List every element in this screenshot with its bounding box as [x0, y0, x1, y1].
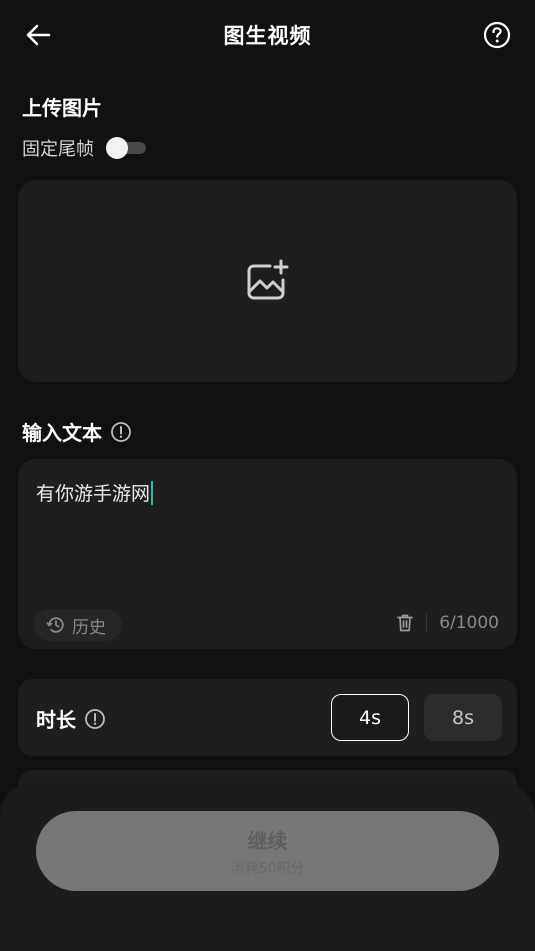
- char-counter: 6/1000: [439, 613, 499, 633]
- image-plus-icon: [247, 259, 288, 300]
- info-icon[interactable]: [84, 708, 106, 730]
- continue-label: 继续: [247, 828, 288, 853]
- toggle-knob: [106, 137, 128, 159]
- history-button[interactable]: 历史: [34, 609, 122, 641]
- fix-last-frame-row: 固定尾帧: [22, 135, 146, 161]
- image-upload-area[interactable]: [18, 180, 517, 382]
- header: 图生视频: [0, 0, 535, 70]
- duration-title-row: 时长: [36, 704, 106, 733]
- text-input-title-row: 输入文本: [22, 417, 132, 446]
- prompt-textarea[interactable]: 有你游手游网 历史 6/1000: [18, 459, 517, 649]
- prompt-text: 有你游手游网: [36, 483, 151, 505]
- duration-option-4s[interactable]: 4s: [331, 694, 409, 741]
- upload-section-title: 上传图片: [22, 96, 102, 120]
- history-label: 历史: [72, 617, 106, 638]
- question-circle-icon: [483, 21, 511, 49]
- cost-label: 消耗50积分: [230, 860, 305, 877]
- help-button[interactable]: [483, 21, 511, 49]
- image-to-video-screen: 图生视频 上传图片 固定尾帧 输入文本 有你游手游网 历史 6/1000 时长 …: [0, 0, 535, 951]
- text-caret: [151, 480, 154, 505]
- fix-last-frame-toggle[interactable]: [106, 136, 146, 160]
- trash-icon[interactable]: [396, 613, 414, 633]
- text-tools: 6/1000: [396, 613, 499, 633]
- prompt-text-container: 有你游手游网: [36, 479, 154, 506]
- duration-title: 时长: [36, 708, 76, 732]
- info-icon[interactable]: [110, 421, 132, 443]
- divider: [426, 614, 428, 632]
- continue-button[interactable]: 继续 消耗50积分: [36, 811, 499, 891]
- duration-option-8s[interactable]: 8s: [424, 694, 502, 741]
- text-input-title: 输入文本: [22, 421, 102, 445]
- page-title: 图生视频: [223, 24, 312, 48]
- fix-last-frame-label: 固定尾帧: [22, 139, 94, 160]
- history-clock-icon: [46, 617, 64, 633]
- bottom-action-sheet: 继续 消耗50积分: [0, 782, 535, 951]
- duration-card: 时长 4s 8s: [18, 679, 517, 756]
